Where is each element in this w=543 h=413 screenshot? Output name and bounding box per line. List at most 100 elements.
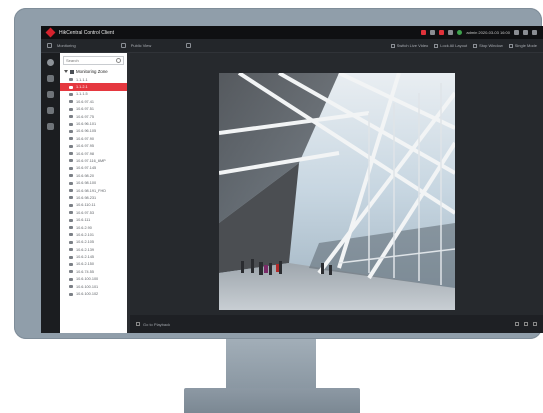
device-item[interactable]: 10.6.97.53 bbox=[60, 209, 127, 216]
device-item[interactable]: 1.1.1.1 bbox=[60, 76, 127, 83]
switch-icon bbox=[390, 43, 395, 48]
device-item[interactable]: 10.6.98.231 bbox=[60, 194, 127, 201]
device-item[interactable]: 10.6.74.55 bbox=[60, 268, 127, 275]
device-item[interactable]: 10.6.98.20 bbox=[60, 172, 127, 179]
bottom-bar: Go to Playback bbox=[130, 315, 543, 333]
device-item[interactable]: 10.6.100.102 bbox=[60, 290, 127, 297]
back-icon[interactable] bbox=[47, 43, 52, 48]
device-item[interactable]: 10.6.98.191_FHD bbox=[60, 187, 127, 194]
device-item-label: 1.1.2.1 bbox=[76, 85, 88, 90]
view-selector[interactable]: Public View bbox=[131, 43, 152, 48]
switch-live-video-button[interactable]: Switch Live Video bbox=[390, 43, 428, 48]
event-nav-icon[interactable] bbox=[47, 107, 54, 114]
camera-icon bbox=[69, 122, 73, 126]
device-item[interactable]: 10.6.100.101 bbox=[60, 283, 127, 290]
device-item-label: 10.6.97.41 bbox=[76, 99, 94, 104]
device-item[interactable]: 10.6.98.100 bbox=[60, 179, 127, 186]
single-mode-button[interactable]: Single Mode bbox=[508, 43, 537, 48]
stop-window-label: Stop Window bbox=[479, 43, 503, 48]
camera-icon bbox=[69, 159, 73, 163]
device-item-label: 10.6.97.95 bbox=[76, 144, 94, 149]
settings-nav-icon[interactable] bbox=[47, 123, 54, 130]
layout-icon[interactable] bbox=[515, 322, 519, 326]
device-item[interactable]: 10.6.97.98 bbox=[60, 150, 127, 157]
playback-nav-icon[interactable] bbox=[47, 75, 54, 82]
device-item[interactable]: 10.6.96.105 bbox=[60, 128, 127, 135]
stop-icon bbox=[473, 43, 478, 48]
tree-group-label: Monitoring Zone bbox=[76, 69, 108, 74]
lock-layout-button[interactable]: Lock All Layout bbox=[434, 43, 467, 48]
device-item-label: 10.6.100.100 bbox=[76, 277, 99, 282]
device-search bbox=[63, 56, 124, 65]
device-item-label: 1.1.1.5 bbox=[76, 92, 88, 97]
maximize-icon[interactable] bbox=[523, 30, 528, 35]
notification-icon[interactable] bbox=[430, 30, 436, 35]
device-item[interactable]: 1.1.2.1 bbox=[60, 83, 127, 91]
live-video-window[interactable] bbox=[219, 73, 455, 310]
camera-icon bbox=[69, 277, 73, 281]
device-item-label: 10.6.97.75 bbox=[76, 114, 94, 119]
device-item[interactable]: 10.6.97.90 bbox=[60, 135, 127, 142]
device-search-input[interactable] bbox=[64, 57, 116, 64]
device-item-label: 10.6.2.150 bbox=[76, 262, 94, 267]
view-icon bbox=[120, 43, 126, 48]
user-avatar-icon[interactable] bbox=[457, 30, 463, 35]
map-nav-icon[interactable] bbox=[47, 91, 54, 98]
device-item[interactable]: 10.6.96.101 bbox=[60, 120, 127, 127]
device-item[interactable]: 10.6.2.90 bbox=[60, 224, 127, 231]
device-item-label: 10.6.100.101 bbox=[76, 284, 99, 289]
module-selector[interactable]: Monitoring bbox=[57, 43, 76, 48]
playback-icon[interactable] bbox=[136, 322, 140, 326]
device-item[interactable]: 10.6.97.116_6MP bbox=[60, 157, 127, 164]
title-bar-controls: admin 2020-03-03 16:00 bbox=[421, 30, 537, 35]
camera-icon bbox=[69, 262, 73, 266]
monitoring-nav-icon[interactable] bbox=[47, 59, 54, 66]
message-icon[interactable] bbox=[448, 30, 454, 35]
more-icon[interactable] bbox=[533, 322, 537, 326]
camera-icon bbox=[69, 181, 73, 185]
device-item[interactable]: 10.6.2.139 bbox=[60, 246, 127, 253]
camera-icon bbox=[69, 144, 73, 148]
live-view-area bbox=[130, 53, 543, 315]
camera-icon bbox=[69, 240, 73, 244]
device-item[interactable]: 10.6.2.145 bbox=[60, 253, 127, 260]
device-item-label: 10.6.2.139 bbox=[76, 247, 94, 252]
device-item-label: 10.6.2.101 bbox=[76, 232, 94, 237]
device-item[interactable]: 10.6.97.145 bbox=[60, 165, 127, 172]
device-item[interactable]: 10.6.100.100 bbox=[60, 276, 127, 283]
camera-icon bbox=[69, 218, 73, 222]
device-item[interactable]: 10.6.110.11 bbox=[60, 202, 127, 209]
tree-group[interactable]: Monitoring Zone bbox=[60, 67, 127, 76]
device-item-label: 10.6.97.90 bbox=[76, 136, 94, 141]
alarm-icon[interactable] bbox=[421, 30, 427, 35]
device-item[interactable]: 10.6.97.75 bbox=[60, 113, 127, 120]
device-item[interactable]: 10.6.97.95 bbox=[60, 143, 127, 150]
minimize-icon[interactable] bbox=[514, 30, 519, 35]
camera-icon bbox=[69, 196, 73, 200]
device-item-label: 10.6.98.231 bbox=[76, 195, 97, 200]
stop-window-button[interactable]: Stop Window bbox=[473, 43, 503, 48]
device-item[interactable]: 10.6.2.101 bbox=[60, 231, 127, 238]
device-item[interactable]: 10.6.97.51 bbox=[60, 106, 127, 113]
device-item[interactable]: 10.6.111 bbox=[60, 216, 127, 223]
search-icon[interactable] bbox=[116, 58, 121, 63]
camera-icon bbox=[69, 107, 73, 111]
device-item[interactable]: 10.6.2.105 bbox=[60, 239, 127, 246]
chevron-down-icon[interactable] bbox=[64, 70, 68, 73]
camera-icon bbox=[69, 174, 73, 178]
device-item-label: 10.6.2.145 bbox=[76, 255, 94, 260]
camera-icon bbox=[69, 203, 73, 207]
view-settings-icon[interactable] bbox=[186, 43, 192, 48]
camera-icon bbox=[69, 115, 73, 119]
camera-icon bbox=[69, 211, 73, 215]
go-to-playback-link[interactable]: Go to Playback bbox=[143, 322, 170, 327]
event-icon[interactable] bbox=[439, 30, 445, 35]
device-item[interactable]: 1.1.1.5 bbox=[60, 91, 127, 98]
user-info: admin 2020-03-03 16:00 bbox=[466, 30, 510, 35]
device-item[interactable]: 10.6.2.150 bbox=[60, 261, 127, 268]
camera-icon bbox=[69, 152, 73, 156]
close-icon[interactable] bbox=[532, 30, 537, 35]
device-item-label: 10.6.100.102 bbox=[76, 292, 99, 297]
fullscreen-icon[interactable] bbox=[524, 322, 528, 326]
device-item[interactable]: 10.6.97.41 bbox=[60, 98, 127, 105]
